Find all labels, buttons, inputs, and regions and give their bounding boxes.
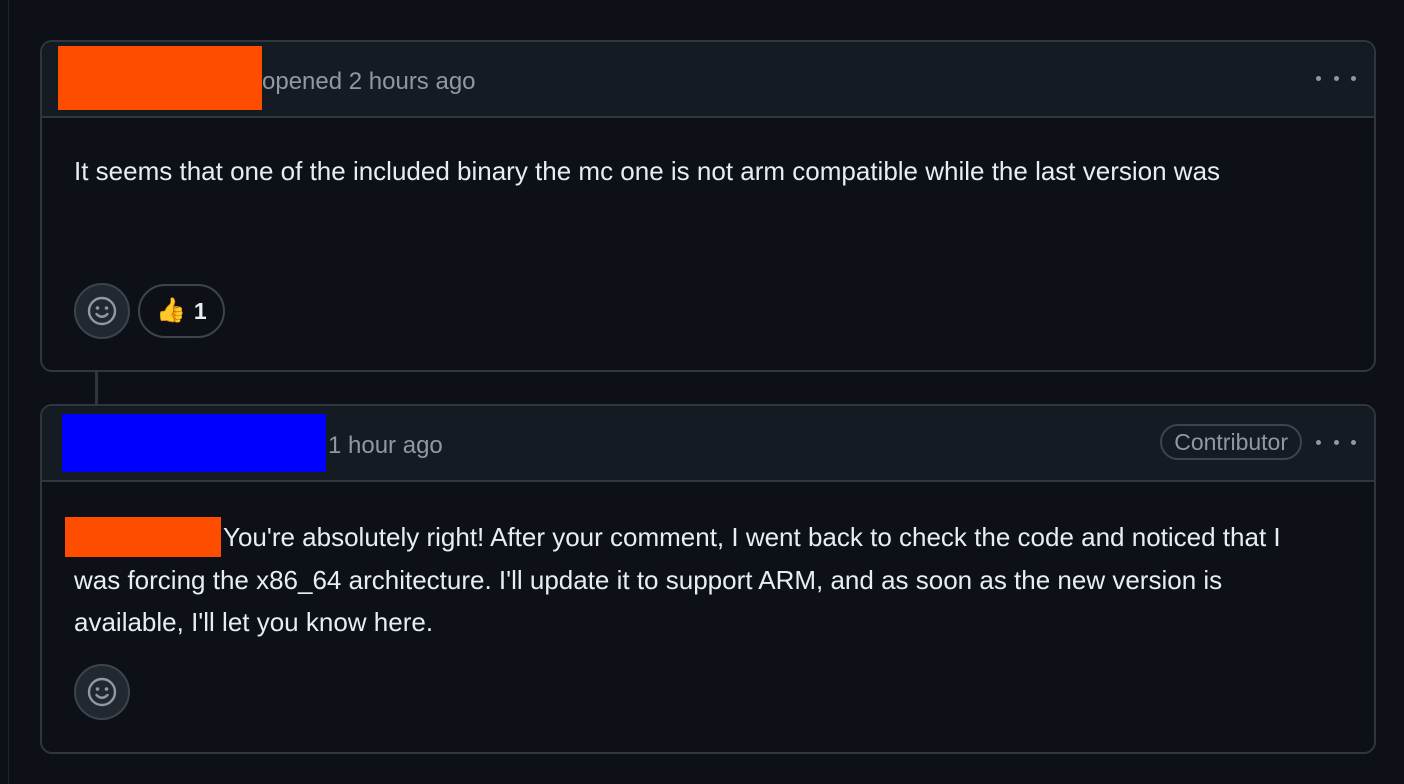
comment-body: It seems that one of the included binary… [74,156,1221,186]
reaction-count: 1 [193,297,207,324]
add-reaction-button[interactable] [74,283,130,339]
comment-header: opened 2 hours ago [42,42,1374,118]
thumbs-up-reaction-button[interactable]: 👍 1 [138,284,225,338]
comment-timestamp[interactable]: opened 2 hours ago [262,68,476,96]
redacted-author-name [58,46,262,110]
kebab-horizontal-icon [1316,439,1321,445]
comment-timestamp[interactable]: 1 hour ago [328,432,443,460]
thumbs-up-icon: 👍 [156,297,186,324]
issue-timeline: opened 2 hours ago It seems that one of … [0,0,1404,784]
contributor-badge: Contributor [1160,424,1302,460]
comment-options-button[interactable] [1316,64,1356,92]
redacted-author-name [62,414,326,472]
smiley-icon [87,296,117,326]
timeline-connector [95,372,98,404]
comment-body-text: You're absolutely right! After your comm… [74,522,1281,638]
smiley-icon [87,677,117,707]
comment-options-button[interactable] [1316,428,1356,456]
kebab-horizontal-icon [1316,75,1321,81]
comment-header: 1 hour ago Contributor [42,406,1374,482]
redacted-mention [65,517,221,558]
contributor-reply-comment: 1 hour ago Contributor You're absolutely… [40,404,1376,754]
add-reaction-button[interactable] [74,664,130,720]
timeline-left-border [8,0,9,784]
comment-body: You're absolutely right! After your comm… [65,516,1334,643]
issue-opening-comment: opened 2 hours ago It seems that one of … [40,40,1376,372]
